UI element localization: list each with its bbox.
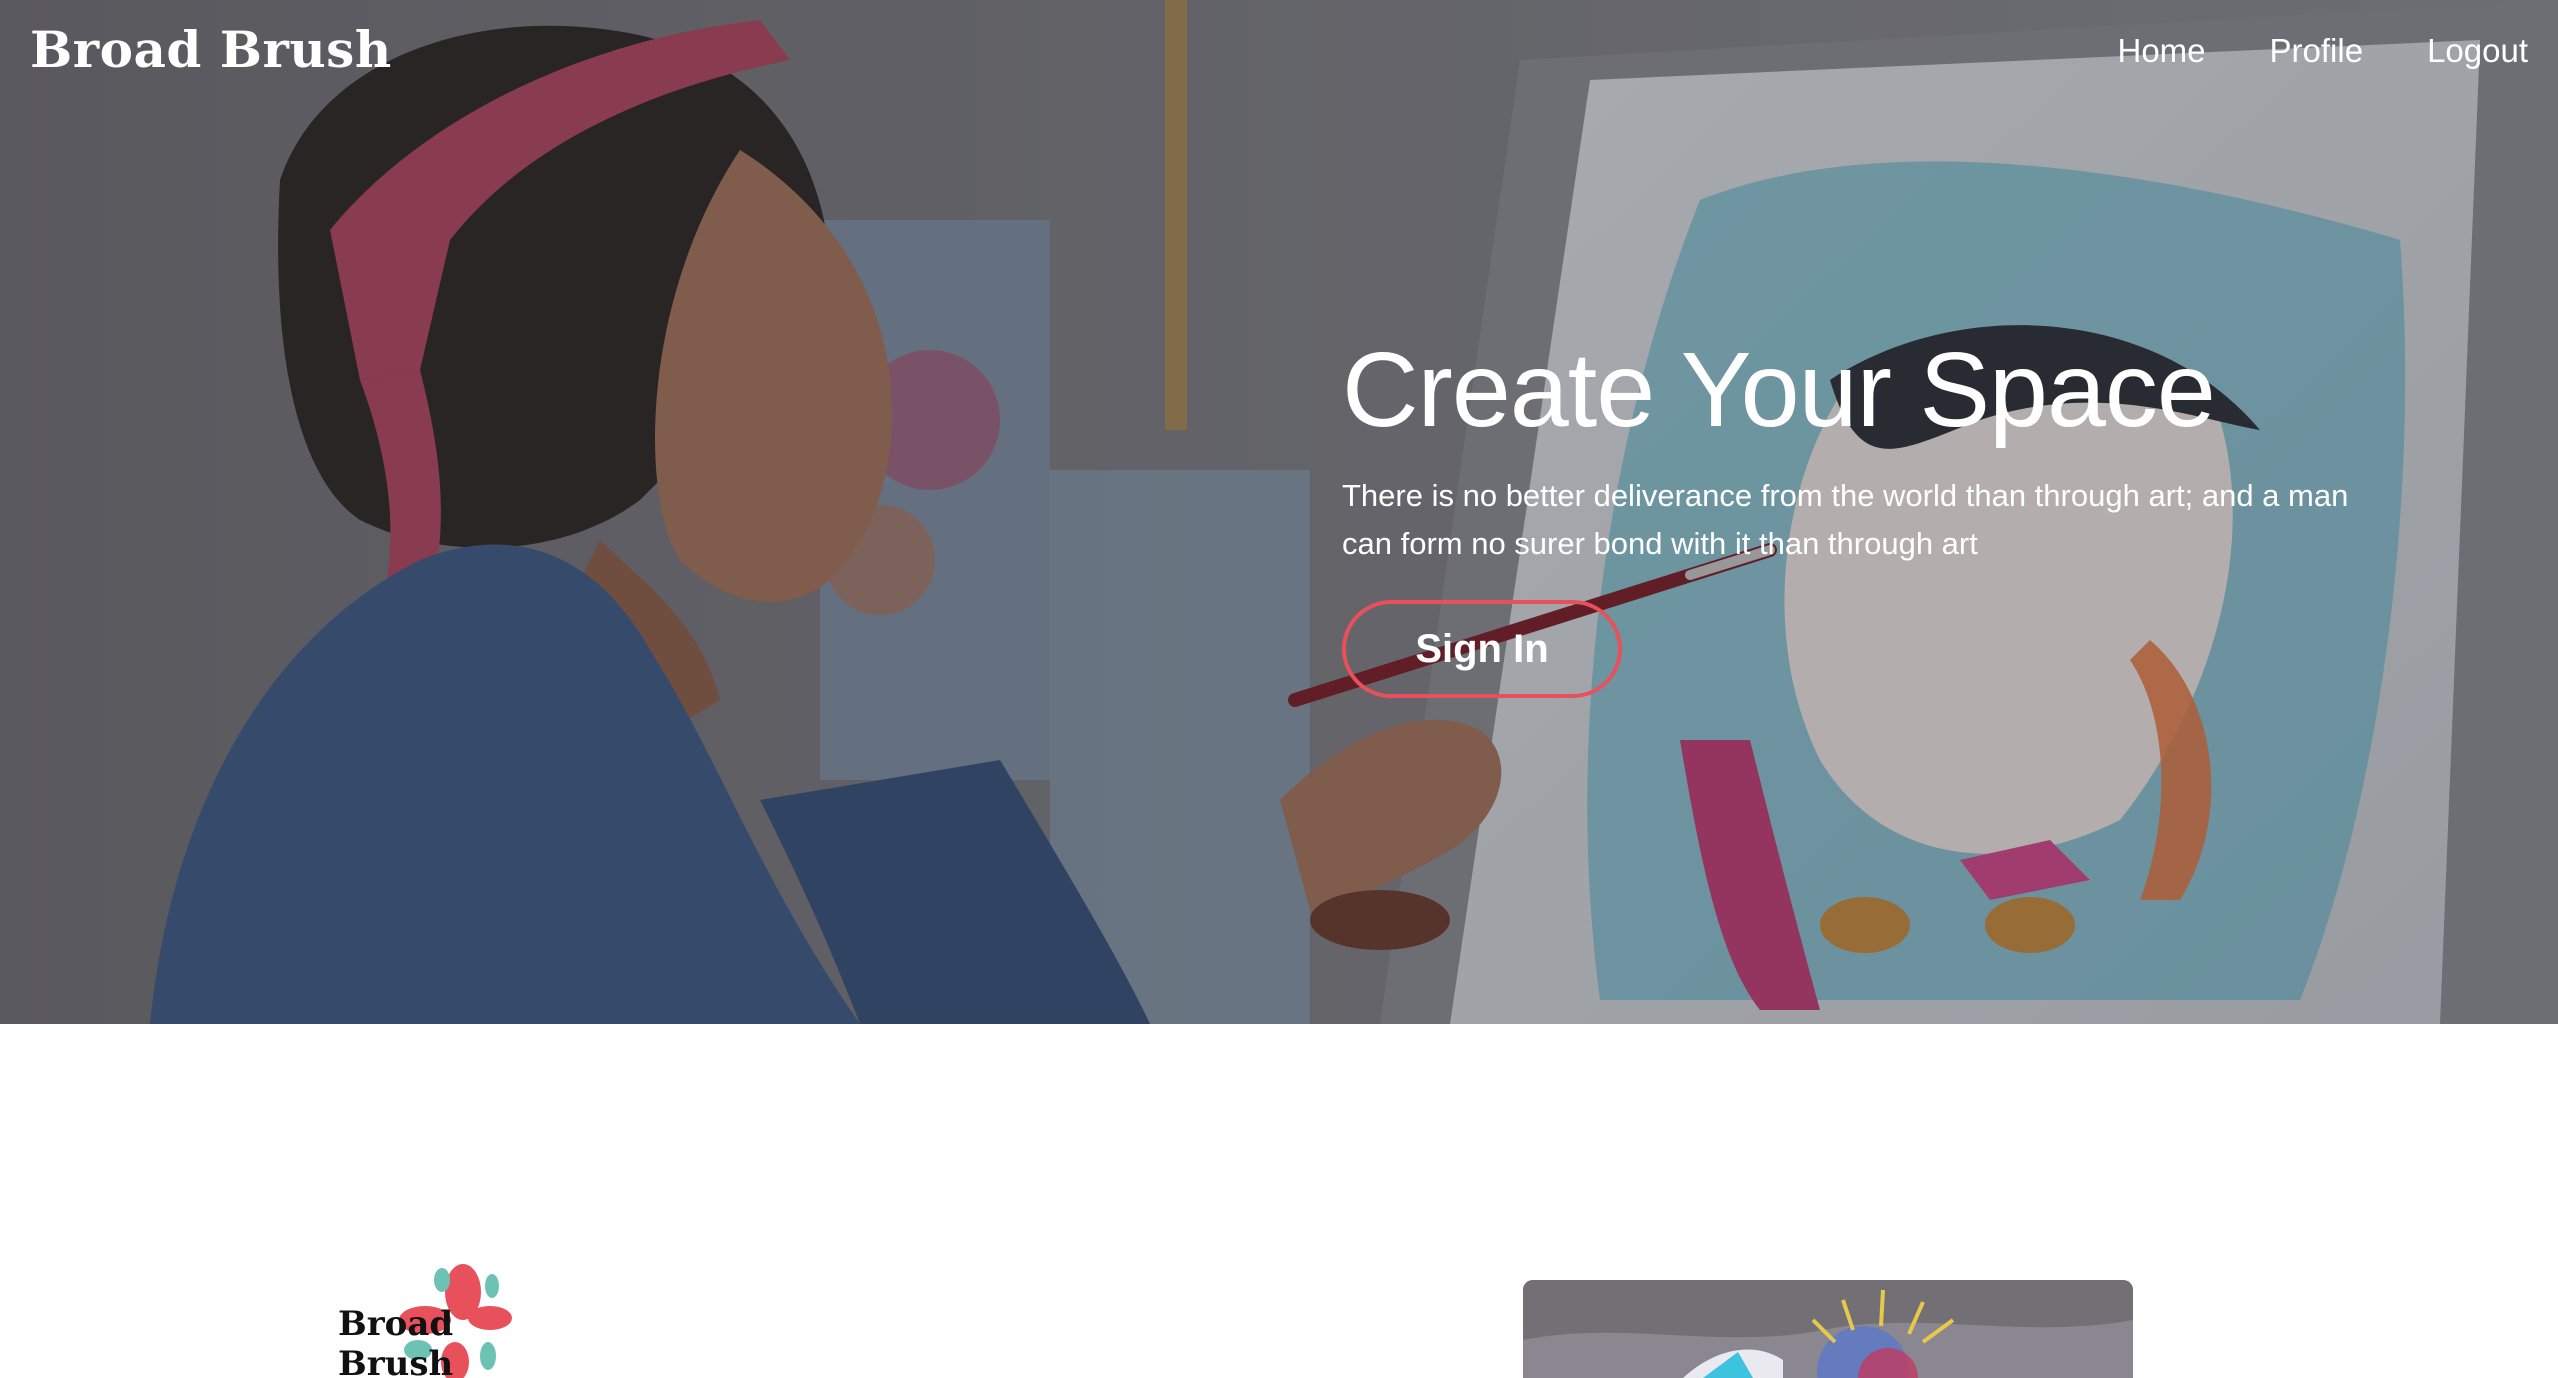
- nav-link-profile[interactable]: Profile: [2270, 32, 2364, 70]
- hero-title: Create Your Space: [1342, 331, 2216, 449]
- nav-link-home[interactable]: Home: [2117, 32, 2205, 70]
- abstract-painting-thumbnail: [1523, 1280, 2133, 1378]
- nav-link-logout[interactable]: Logout: [2427, 32, 2528, 70]
- logo-text: Broad Brush: [338, 1304, 454, 1378]
- sign-in-button[interactable]: Sign In: [1342, 600, 1622, 698]
- main-navigation: Home Profile Logout: [2117, 32, 2528, 70]
- hero-section: Broad Brush Home Profile Logout Create Y…: [0, 0, 2558, 1024]
- hero-subtitle: There is no better deliverance from the …: [1342, 478, 2349, 561]
- feature-painting-image: [1523, 1280, 2133, 1378]
- broad-brush-logo: Broad Brush: [330, 1262, 560, 1378]
- brand-logo[interactable]: Broad Brush: [30, 20, 392, 79]
